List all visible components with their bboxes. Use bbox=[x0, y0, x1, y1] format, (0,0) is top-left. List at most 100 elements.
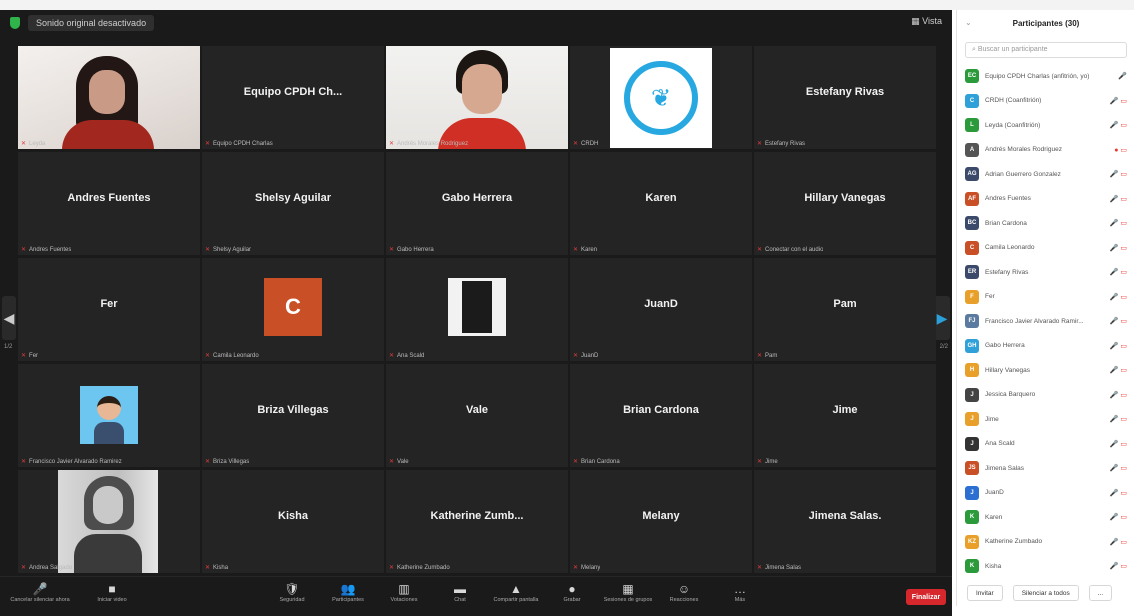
participant-list-item[interactable]: L Leyda (Coanfitrión) 🎤 ▭ bbox=[957, 113, 1134, 138]
participant-list-item[interactable]: J Jessica Barquero 🎤 ▭ bbox=[957, 383, 1134, 408]
toolbar-button-label: Más bbox=[734, 597, 746, 603]
polls-button[interactable]: ▥ Votaciones bbox=[372, 581, 436, 603]
participant-list-item[interactable]: BC Brian Cardona 🎤 ▭ bbox=[957, 211, 1134, 236]
video-tile[interactable]: ✕ Francisco Javier Alvarado Ramirez bbox=[18, 364, 200, 467]
video-tile[interactable]: Briza Villegas ✕ Briza Villegas bbox=[202, 364, 384, 467]
participant-list-item[interactable]: F Fer 🎤 ▭ bbox=[957, 285, 1134, 310]
breakout-rooms-button[interactable]: ▦ Sesiones de grupos bbox=[596, 581, 660, 603]
muted-mic-icon: ✕ bbox=[389, 141, 395, 147]
security-button[interactable]: 🛡 Seguridad bbox=[260, 581, 324, 603]
video-camera-icon: ■ bbox=[108, 582, 116, 596]
participant-list-item[interactable]: ER Estefany Rivas 🎤 ▭ bbox=[957, 260, 1134, 285]
video-tile[interactable]: Brian Cardona ✕ Brian Cardona bbox=[570, 364, 752, 467]
participant-list-item[interactable]: A Andrés Morales Rodriguez ● ▭ bbox=[957, 138, 1134, 163]
video-tile[interactable]: ✕ Ana Scald bbox=[386, 258, 568, 361]
reactions-icon: ☺ bbox=[677, 582, 691, 596]
toolbar-button-label: Compartir pantalla bbox=[493, 597, 539, 603]
participant-avatar: AF bbox=[965, 191, 979, 206]
previous-page-arrow-icon[interactable]: ◀ bbox=[2, 296, 16, 340]
video-tile[interactable]: Karen ✕ Karen bbox=[570, 152, 752, 255]
video-tile[interactable]: Melany ✕ Melany bbox=[570, 470, 752, 573]
video-tile[interactable]: Kisha ✕ Kisha bbox=[202, 470, 384, 573]
participant-name: Gabo Herrera bbox=[985, 342, 1025, 350]
video-tile[interactable]: Katherine Zumb... ✕ Katherine Zumbado bbox=[386, 470, 568, 573]
participant-list-item[interactable]: C Camila Leonardo 🎤 ▭ bbox=[957, 236, 1134, 261]
video-tile[interactable]: Fer ✕ Fer bbox=[18, 258, 200, 361]
record-button[interactable]: ● Grabar bbox=[540, 581, 604, 603]
camera-video bbox=[18, 46, 200, 149]
participant-list-item[interactable]: AF Andres Fuentes 🎤 ▭ bbox=[957, 187, 1134, 212]
video-tile[interactable]: Jime ✕ Jime bbox=[754, 364, 936, 467]
participant-list-item[interactable]: AG Adrian Guerrero Gonzalez 🎤 ▭ bbox=[957, 162, 1134, 187]
participant-name: Jime bbox=[985, 415, 999, 423]
video-tile[interactable]: Andres Fuentes ✕ Andres Fuentes bbox=[18, 152, 200, 255]
participant-name: Fer bbox=[985, 293, 995, 301]
reactions-button[interactable]: ☺ Reacciones bbox=[652, 581, 716, 603]
unmute-button[interactable]: 🎤 Cancelar silenciar ahora bbox=[8, 581, 72, 603]
participant-avatar: FJ bbox=[965, 314, 979, 329]
participant-display-name: Kisha bbox=[278, 509, 308, 522]
muted-mic-icon: ✕ bbox=[205, 353, 211, 359]
view-button[interactable]: ▦ Vista bbox=[911, 16, 942, 27]
participant-name: Jessica Barquero bbox=[985, 391, 1036, 399]
participant-list-item[interactable]: C CRDH (Coanfitrión) 🎤 ▭ bbox=[957, 89, 1134, 114]
more-options-button[interactable]: ... bbox=[1088, 585, 1113, 601]
muted-mic-icon: ✕ bbox=[757, 247, 763, 253]
tile-name-text: Conectar con el audio bbox=[765, 247, 824, 253]
original-sound-toggle[interactable]: Sonido original desactivado bbox=[28, 15, 155, 31]
video-tile[interactable]: Estefany Rivas ✕ Estefany Rivas bbox=[754, 46, 936, 149]
participant-list-item[interactable]: K Kisha 🎤 ▭ bbox=[957, 554, 1134, 579]
video-tile[interactable]: ✕ Andrea Salgado bbox=[18, 470, 200, 573]
video-tile[interactable]: Jimena Salas. ✕ Jimena Salas bbox=[754, 470, 936, 573]
video-tile[interactable]: C ✕ Camila Leonardo bbox=[202, 258, 384, 361]
tile-name-label: ✕ CRDH bbox=[573, 140, 598, 147]
participant-list-item[interactable]: J JuanD 🎤 ▭ bbox=[957, 481, 1134, 506]
video-tile[interactable]: Vale ✕ Vale bbox=[386, 364, 568, 467]
meeting-window: Sonido original desactivado ▦ Vista ◀ 1/… bbox=[0, 10, 952, 616]
participant-list-item[interactable]: JS Jimena Salas 🎤 ▭ bbox=[957, 456, 1134, 481]
video-tile[interactable]: Hillary Vanegas ✕ Conectar con el audio bbox=[754, 152, 936, 255]
muted-mic-icon: ✕ bbox=[757, 459, 763, 465]
participant-avatar: J bbox=[965, 387, 979, 402]
start-video-button[interactable]: ■ Iniciar video bbox=[80, 581, 144, 603]
participant-list-item[interactable]: FJ Francisco Javier Alvarado Ramir... 🎤 ▭ bbox=[957, 309, 1134, 334]
video-tile[interactable]: Gabo Herrera ✕ Gabo Herrera bbox=[386, 152, 568, 255]
participant-mic-video-status-icon: 🎤 bbox=[1118, 73, 1127, 81]
video-tile[interactable]: ✕ Leyda bbox=[18, 46, 200, 149]
next-page-arrow-icon[interactable]: ▶ bbox=[934, 296, 950, 340]
view-label: Vista bbox=[922, 16, 942, 26]
participant-list-item[interactable]: J Ana Scald 🎤 ▭ bbox=[957, 432, 1134, 457]
participant-mic-video-status-icon: 🎤 ▭ bbox=[1109, 171, 1127, 179]
video-tile[interactable]: Pam ✕ Pam bbox=[754, 258, 936, 361]
video-tile[interactable]: JuanD ✕ JuanD bbox=[570, 258, 752, 361]
participant-list-item[interactable]: J Jime 🎤 ▭ bbox=[957, 407, 1134, 432]
participants-icon: 👥 bbox=[340, 582, 356, 596]
encryption-shield-icon[interactable] bbox=[10, 17, 20, 29]
participant-list-item[interactable]: GH Gabo Herrera 🎤 ▭ bbox=[957, 334, 1134, 359]
tile-name-label: ✕ Melany bbox=[573, 564, 600, 571]
participant-avatar: J bbox=[965, 436, 979, 451]
more-button[interactable]: … Más bbox=[708, 581, 772, 603]
end-meeting-button[interactable]: Finalizar bbox=[906, 589, 946, 605]
participant-list-item[interactable]: K Karen 🎤 ▭ bbox=[957, 505, 1134, 530]
participant-display-name: Gabo Herrera bbox=[441, 191, 513, 204]
participant-search-input[interactable]: ⌕ Buscar un participante bbox=[965, 42, 1127, 58]
toolbar-button-label: Participantes bbox=[332, 597, 364, 603]
video-tile[interactable]: ❦ ✕ CRDH bbox=[570, 46, 752, 149]
video-tile[interactable]: ✕ Andrés Morales Rodriguez bbox=[386, 46, 568, 149]
video-tile[interactable]: Equipo CPDH Ch... ✕ Equipo CPDH Charlas bbox=[202, 46, 384, 149]
video-tile[interactable]: Shelsy Aguilar ✕ Shelsy Aguilar bbox=[202, 152, 384, 255]
participants-button[interactable]: 👥 Participantes bbox=[316, 581, 380, 603]
muted-mic-icon: ✕ bbox=[573, 141, 579, 147]
participant-mic-video-status-icon: 🎤 ▭ bbox=[1109, 269, 1127, 277]
tile-name-label: ✕ Jime bbox=[757, 458, 778, 465]
chat-button[interactable]: ▬ Chat bbox=[428, 581, 492, 603]
mute-all-button[interactable]: Silenciar a todos bbox=[1012, 585, 1079, 601]
participant-list-item[interactable]: EC Equipo CPDH Charlas (anfitrión, yo) 🎤 bbox=[957, 64, 1134, 89]
invite-button[interactable]: Invitar bbox=[967, 585, 1003, 601]
participant-avatar: GH bbox=[965, 338, 979, 353]
participant-list-item[interactable]: KZ Katherine Zumbado 🎤 ▭ bbox=[957, 530, 1134, 555]
share-screen-button[interactable]: ▲ Compartir pantalla bbox=[484, 581, 548, 603]
participant-list-item[interactable]: H Hillary Vanegas 🎤 ▭ bbox=[957, 358, 1134, 383]
participants-panel-title: Participantes (30) bbox=[1012, 18, 1080, 28]
